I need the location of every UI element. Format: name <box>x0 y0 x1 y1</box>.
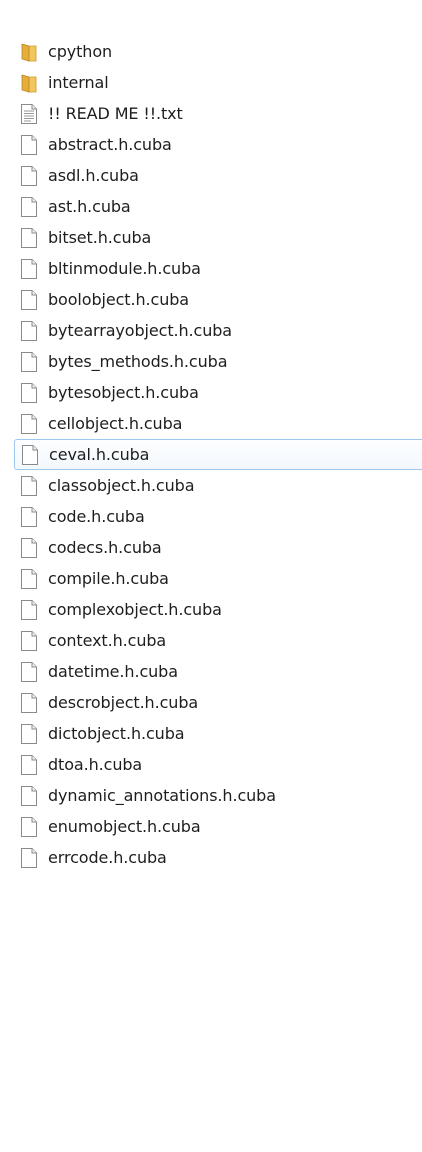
folder-icon <box>20 41 38 63</box>
file-name: bitset.h.cuba <box>48 228 152 247</box>
blank-file-icon <box>20 196 38 218</box>
blank-file-icon <box>20 754 38 776</box>
file-row[interactable]: complexobject.h.cuba <box>20 594 422 625</box>
file-name: dictobject.h.cuba <box>48 724 185 743</box>
file-name: bytes_methods.h.cuba <box>48 352 228 371</box>
file-row[interactable]: dtoa.h.cuba <box>20 749 422 780</box>
blank-file-icon <box>20 847 38 869</box>
blank-file-icon <box>21 444 39 466</box>
file-row[interactable]: bitset.h.cuba <box>20 222 422 253</box>
blank-file-icon <box>20 258 38 280</box>
file-name: errcode.h.cuba <box>48 848 167 867</box>
blank-file-icon <box>20 630 38 652</box>
file-row[interactable]: bytes_methods.h.cuba <box>20 346 422 377</box>
file-name: descrobject.h.cuba <box>48 693 199 712</box>
file-row[interactable]: enumobject.h.cuba <box>20 811 422 842</box>
file-row[interactable]: context.h.cuba <box>20 625 422 656</box>
file-row[interactable]: abstract.h.cuba <box>20 129 422 160</box>
file-name: ceval.h.cuba <box>49 445 150 464</box>
file-name: dtoa.h.cuba <box>48 755 143 774</box>
blank-file-icon <box>20 661 38 683</box>
file-name: bltinmodule.h.cuba <box>48 259 201 278</box>
file-row[interactable]: code.h.cuba <box>20 501 422 532</box>
blank-file-icon <box>20 382 38 404</box>
file-name: context.h.cuba <box>48 631 167 650</box>
file-row[interactable]: !! READ ME !!.txt <box>20 98 422 129</box>
file-row[interactable]: compile.h.cuba <box>20 563 422 594</box>
file-name: cpython <box>48 42 113 61</box>
file-name: abstract.h.cuba <box>48 135 172 154</box>
file-row[interactable]: descrobject.h.cuba <box>20 687 422 718</box>
blank-file-icon <box>20 289 38 311</box>
blank-file-icon <box>20 475 38 497</box>
blank-file-icon <box>20 692 38 714</box>
file-name: codecs.h.cuba <box>48 538 162 557</box>
blank-file-icon <box>20 599 38 621</box>
file-name: enumobject.h.cuba <box>48 817 201 836</box>
text-file-icon <box>20 103 38 125</box>
file-name: dynamic_annotations.h.cuba <box>48 786 276 805</box>
folder-icon <box>20 72 38 94</box>
file-row[interactable]: bltinmodule.h.cuba <box>20 253 422 284</box>
blank-file-icon <box>20 723 38 745</box>
file-row[interactable]: ast.h.cuba <box>20 191 422 222</box>
file-row[interactable]: codecs.h.cuba <box>20 532 422 563</box>
file-row[interactable]: cellobject.h.cuba <box>20 408 422 439</box>
blank-file-icon <box>20 227 38 249</box>
blank-file-icon <box>20 320 38 342</box>
blank-file-icon <box>20 816 38 838</box>
file-row[interactable]: dictobject.h.cuba <box>20 718 422 749</box>
file-name: bytearrayobject.h.cuba <box>48 321 233 340</box>
file-name: compile.h.cuba <box>48 569 169 588</box>
file-row[interactable]: bytesobject.h.cuba <box>20 377 422 408</box>
file-row[interactable]: datetime.h.cuba <box>20 656 422 687</box>
blank-file-icon <box>20 506 38 528</box>
file-name: complexobject.h.cuba <box>48 600 222 619</box>
file-name: bytesobject.h.cuba <box>48 383 199 402</box>
blank-file-icon <box>20 568 38 590</box>
file-row[interactable]: asdl.h.cuba <box>20 160 422 191</box>
blank-file-icon <box>20 165 38 187</box>
file-name: boolobject.h.cuba <box>48 290 189 309</box>
blank-file-icon <box>20 785 38 807</box>
blank-file-icon <box>20 351 38 373</box>
file-row[interactable]: boolobject.h.cuba <box>20 284 422 315</box>
file-name: cellobject.h.cuba <box>48 414 183 433</box>
file-list: cpython internal !! READ ME !!.txt abstract… <box>14 36 422 873</box>
file-row[interactable]: errcode.h.cuba <box>20 842 422 873</box>
file-row-selected[interactable]: ceval.h.cuba <box>14 439 422 470</box>
file-row[interactable]: classobject.h.cuba <box>20 470 422 501</box>
file-name: !! READ ME !!.txt <box>48 104 183 123</box>
file-name: ast.h.cuba <box>48 197 131 216</box>
blank-file-icon <box>20 413 38 435</box>
file-row[interactable]: internal <box>20 67 422 98</box>
blank-file-icon <box>20 134 38 156</box>
file-row[interactable]: cpython <box>20 36 422 67</box>
file-name: code.h.cuba <box>48 507 145 526</box>
file-name: datetime.h.cuba <box>48 662 178 681</box>
file-row[interactable]: bytearrayobject.h.cuba <box>20 315 422 346</box>
blank-file-icon <box>20 537 38 559</box>
file-name: asdl.h.cuba <box>48 166 139 185</box>
file-name: classobject.h.cuba <box>48 476 195 495</box>
file-name: internal <box>48 73 109 92</box>
file-row[interactable]: dynamic_annotations.h.cuba <box>20 780 422 811</box>
